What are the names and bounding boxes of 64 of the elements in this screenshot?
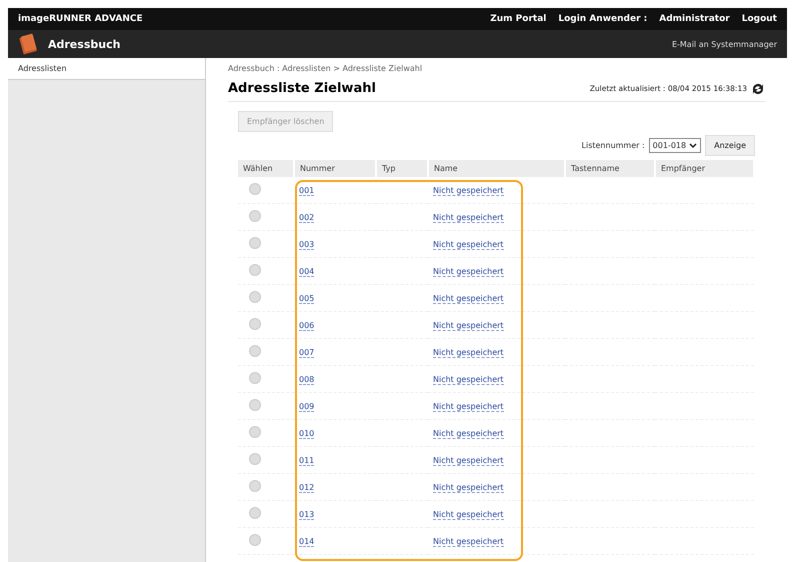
caret-icon [689,142,698,148]
header-link[interactable]: Administrator [659,14,730,24]
number-link[interactable]: 002 [299,212,314,222]
number-link[interactable]: 010 [299,428,314,438]
list-number-label: Listennummer : [582,141,645,150]
select-radio[interactable] [249,318,261,330]
name-link[interactable]: Nicht gespeichert [433,212,504,222]
sidebar-item[interactable]: Adresslisten [8,58,205,80]
name-link[interactable]: Nicht gespeichert [433,482,504,492]
name-link[interactable]: Nicht gespeichert [433,186,504,196]
column-header: Wählen [238,160,294,177]
number-link[interactable]: 014 [299,536,314,546]
email-admin-link[interactable]: E-Mail an Systemmanager [672,40,777,48]
select-radio[interactable] [249,453,261,465]
select-radio[interactable] [249,210,261,222]
header-link[interactable]: Zum Portal [490,14,546,24]
number-link[interactable]: 011 [299,456,314,466]
select-radio[interactable] [249,183,261,195]
name-link[interactable]: Nicht gespeichert [433,536,504,546]
number-link[interactable]: 006 [299,320,314,330]
name-link[interactable]: Nicht gespeichert [433,374,504,384]
select-radio[interactable] [249,534,261,546]
select-radio[interactable] [249,372,261,384]
number-link[interactable]: 012 [299,482,314,492]
select-radio[interactable] [249,426,261,438]
number-link[interactable]: 007 [299,348,314,358]
column-header: Name [428,160,565,177]
name-link[interactable]: Nicht gespeichert [433,348,504,358]
display-button[interactable]: Anzeige [705,135,755,156]
number-link[interactable]: 009 [299,402,314,412]
column-header: Nummer [294,160,376,177]
select-radio[interactable] [249,291,261,303]
name-link[interactable]: Nicht gespeichert [433,294,504,304]
name-link[interactable]: Nicht gespeichert [433,266,504,276]
page-title: Adressliste Zielwahl [228,81,376,96]
select-radio[interactable] [249,399,261,411]
name-link[interactable]: Nicht gespeichert [433,240,504,250]
number-link[interactable]: 004 [299,266,314,276]
number-link[interactable]: 001 [299,186,314,196]
name-link[interactable]: Nicht gespeichert [433,510,504,520]
name-link[interactable]: Nicht gespeichert [433,320,504,330]
list-number-dropdown[interactable]: 001-018 [648,138,702,153]
select-radio[interactable] [249,264,261,276]
breadcrumb: Adressbuch : Adresslisten > Adressliste Zielwahl [228,64,424,73]
product-name: imageRUNNER ADVANCE [18,14,143,24]
app-title: Adressbuch [48,38,120,50]
number-link[interactable]: 003 [299,240,314,250]
book-icon [18,33,38,55]
name-link[interactable]: Nicht gespeichert [433,402,504,412]
select-radio[interactable] [249,345,261,357]
header-link[interactable]: Logout [742,14,777,24]
select-radio[interactable] [249,507,261,519]
select-radio[interactable] [249,237,261,249]
column-header: Tastenname [565,160,655,177]
select-radio[interactable] [249,480,261,492]
number-link[interactable]: 008 [299,374,314,384]
number-link[interactable]: 013 [299,510,314,520]
name-link[interactable]: Nicht gespeichert [433,456,504,466]
column-header: Typ [376,160,428,177]
name-link[interactable]: Nicht gespeichert [433,428,504,438]
column-header: Empfänger [655,160,754,177]
number-link[interactable]: 005 [299,294,314,304]
refresh-icon[interactable] [751,82,765,94]
header-link[interactable]: Login Anwender : [558,14,648,24]
